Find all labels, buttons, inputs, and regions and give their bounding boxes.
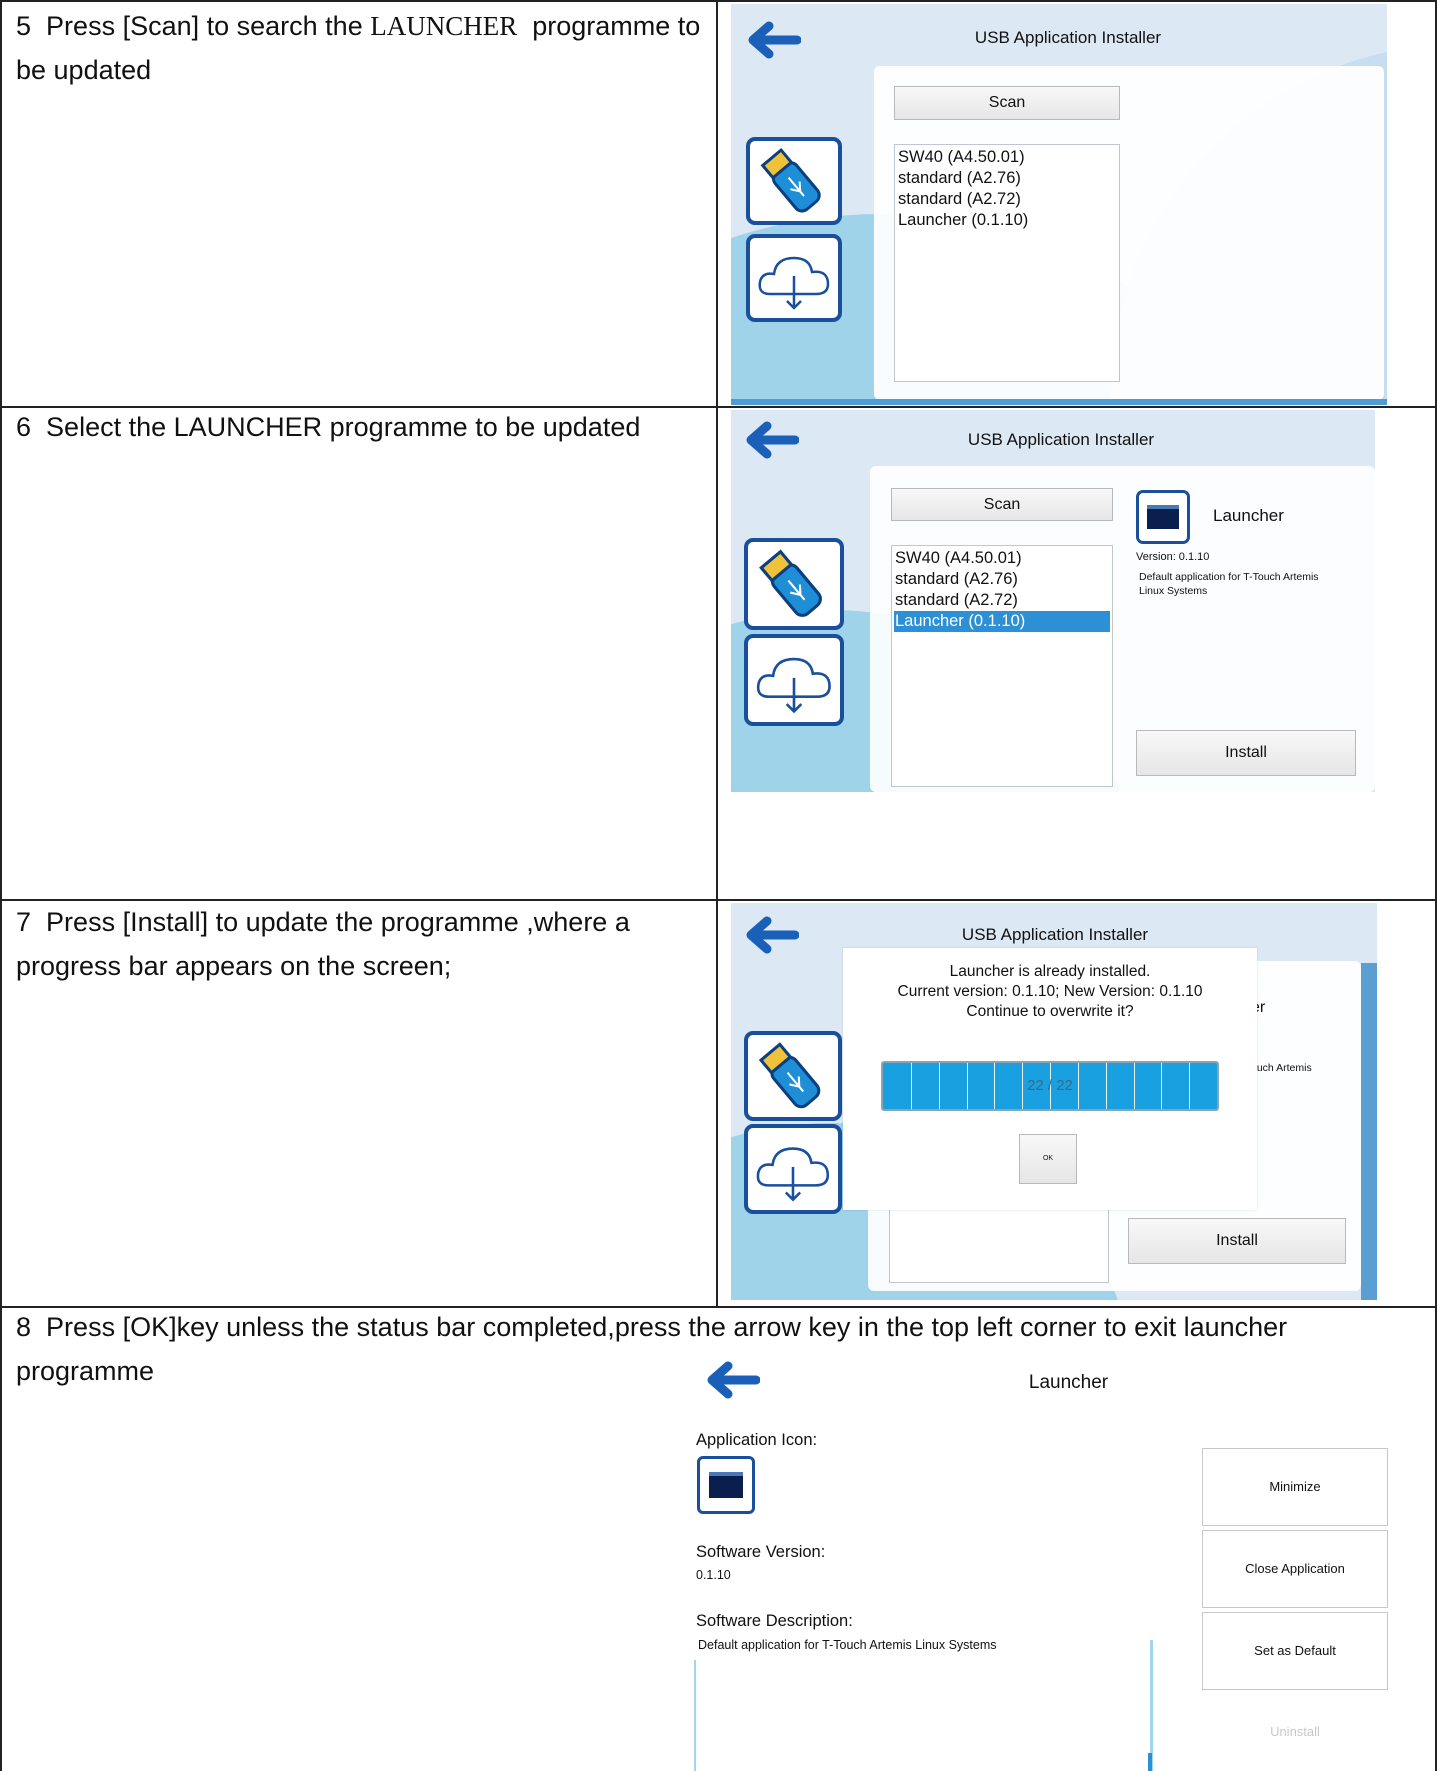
step-text: Press [Install] to update the programme … bbox=[16, 907, 630, 981]
scan-button[interactable]: Scan bbox=[891, 488, 1113, 521]
step-number: 8 bbox=[16, 1312, 32, 1342]
dialog-line: Current version: 0.1.10; New Version: 0.… bbox=[897, 983, 1203, 1000]
list-item[interactable]: standard (A2.76) bbox=[897, 168, 1117, 189]
dialog-line: Continue to overwrite it? bbox=[966, 1003, 1134, 1020]
step-text: Press [Scan] to search the bbox=[46, 11, 363, 41]
screen-title: Launcher bbox=[1028, 1372, 1109, 1393]
scan-button[interactable]: Scan bbox=[894, 86, 1120, 120]
progress-bar: 22 / 22 bbox=[881, 1061, 1219, 1111]
screen-title: USB Application Installer bbox=[974, 28, 1162, 47]
folder-icon bbox=[1147, 505, 1179, 529]
set-as-default-button[interactable]: Set as Default bbox=[1202, 1612, 1388, 1690]
screenshot-step-7: USB Application Installer er ouch Artemi… bbox=[731, 903, 1377, 1300]
minimize-button[interactable]: Minimize bbox=[1202, 1448, 1388, 1526]
description-label: Software Description: bbox=[696, 1612, 853, 1630]
close-application-button[interactable]: Close Application bbox=[1202, 1530, 1388, 1608]
cloud-download-icon bbox=[756, 657, 831, 714]
list-item[interactable]: SW40 (A4.50.01) bbox=[897, 147, 1117, 168]
step-number: 6 bbox=[16, 412, 32, 442]
back-arrow-icon[interactable] bbox=[741, 420, 799, 460]
app-name: Launcher bbox=[1213, 506, 1284, 525]
version-value: 0.1.10 bbox=[696, 1568, 731, 1582]
package-list[interactable]: SW40 (A4.50.01) standard (A2.76) standar… bbox=[894, 144, 1120, 382]
app-version: Version: 0.1.10 bbox=[1136, 551, 1210, 563]
dialog-line: Launcher is already installed. bbox=[949, 963, 1151, 980]
app-icon-tile bbox=[697, 1456, 755, 1514]
cloud-download-icon bbox=[758, 256, 830, 310]
app-icon-tile bbox=[1136, 490, 1190, 544]
description-value: Default application for T-Touch Artemis … bbox=[698, 1638, 997, 1652]
usb-source-tile[interactable] bbox=[744, 538, 844, 630]
step-number: 5 bbox=[16, 11, 32, 41]
launcher-word: LAUNCHER bbox=[370, 11, 518, 41]
step-7-instruction: 7 Press [Install] to update the programm… bbox=[16, 900, 696, 988]
usb-drive-icon bbox=[760, 147, 821, 213]
screenshot-step-6: USB Application Installer Scan SW40 (A4.… bbox=[731, 410, 1375, 792]
version-label: Software Version: bbox=[696, 1543, 826, 1561]
desc-box-right-edge bbox=[1150, 1640, 1153, 1771]
scroll-indicator[interactable] bbox=[1148, 1753, 1152, 1771]
right-edge bbox=[1361, 963, 1377, 1300]
table-column-divider bbox=[716, 0, 718, 1307]
list-item[interactable]: standard (A2.72) bbox=[894, 590, 1110, 611]
uninstall-button[interactable]: Uninstall bbox=[1202, 1694, 1388, 1754]
step-number: 7 bbox=[16, 907, 32, 937]
desc-box-left-edge bbox=[694, 1660, 696, 1771]
cloud-download-icon bbox=[756, 1147, 830, 1202]
dialog-message: Launcher is already installed. Current v… bbox=[843, 962, 1257, 1022]
cloud-source-tile[interactable] bbox=[744, 634, 844, 726]
list-item-selected[interactable]: Launcher (0.1.10) bbox=[894, 611, 1110, 632]
list-item[interactable]: standard (A2.76) bbox=[894, 569, 1110, 590]
list-item[interactable]: standard (A2.72) bbox=[897, 189, 1117, 210]
back-arrow-icon[interactable] bbox=[702, 1360, 760, 1400]
screenshot-step-8: Launcher Application Icon: Software Vers… bbox=[686, 1350, 1396, 1771]
usb-drive-icon bbox=[759, 549, 822, 617]
screen-title: USB Application Installer bbox=[967, 430, 1155, 449]
ok-button[interactable]: OK bbox=[1019, 1134, 1077, 1184]
back-arrow-icon[interactable] bbox=[741, 915, 799, 955]
usb-source-tile[interactable] bbox=[746, 137, 842, 225]
app-icon-label: Application Icon: bbox=[696, 1431, 818, 1449]
list-item[interactable]: SW40 (A4.50.01) bbox=[894, 548, 1110, 569]
screenshot-step-5: USB Application Installer Scan SW40 (A4.… bbox=[731, 4, 1387, 405]
cloud-source-tile[interactable] bbox=[746, 234, 842, 322]
table-border-top bbox=[0, 0, 1437, 2]
step-5-instruction: 5 Press [Scan] to search the LAUNCHER pr… bbox=[16, 4, 706, 92]
list-item[interactable]: Launcher (0.1.10) bbox=[897, 210, 1117, 231]
cloud-source-tile[interactable] bbox=[744, 1124, 842, 1214]
app-description: Default application for T-Touch Artemis … bbox=[1139, 571, 1319, 597]
step-text: Select the LAUNCHER programme to be upda… bbox=[46, 412, 641, 442]
back-arrow-icon[interactable] bbox=[743, 20, 801, 60]
install-button[interactable]: Install bbox=[1128, 1218, 1346, 1264]
table-border-left bbox=[0, 0, 2, 1771]
app-description-partial: ouch Artemis bbox=[1251, 1062, 1312, 1074]
package-list[interactable]: SW40 (A4.50.01) standard (A2.76) standar… bbox=[891, 545, 1113, 787]
install-button[interactable]: Install bbox=[1136, 730, 1356, 776]
step-6-instruction: 6 Select the LAUNCHER programme to be up… bbox=[16, 405, 706, 449]
progress-text: 22 / 22 bbox=[1027, 1077, 1073, 1094]
overwrite-dialog: Launcher is already installed. Current v… bbox=[843, 948, 1257, 1210]
usb-drive-icon bbox=[758, 1042, 821, 1109]
usb-source-tile[interactable] bbox=[744, 1031, 842, 1121]
screen-title: USB Application Installer bbox=[961, 925, 1149, 944]
folder-icon bbox=[709, 1472, 743, 1498]
bottom-bar bbox=[731, 399, 1387, 405]
